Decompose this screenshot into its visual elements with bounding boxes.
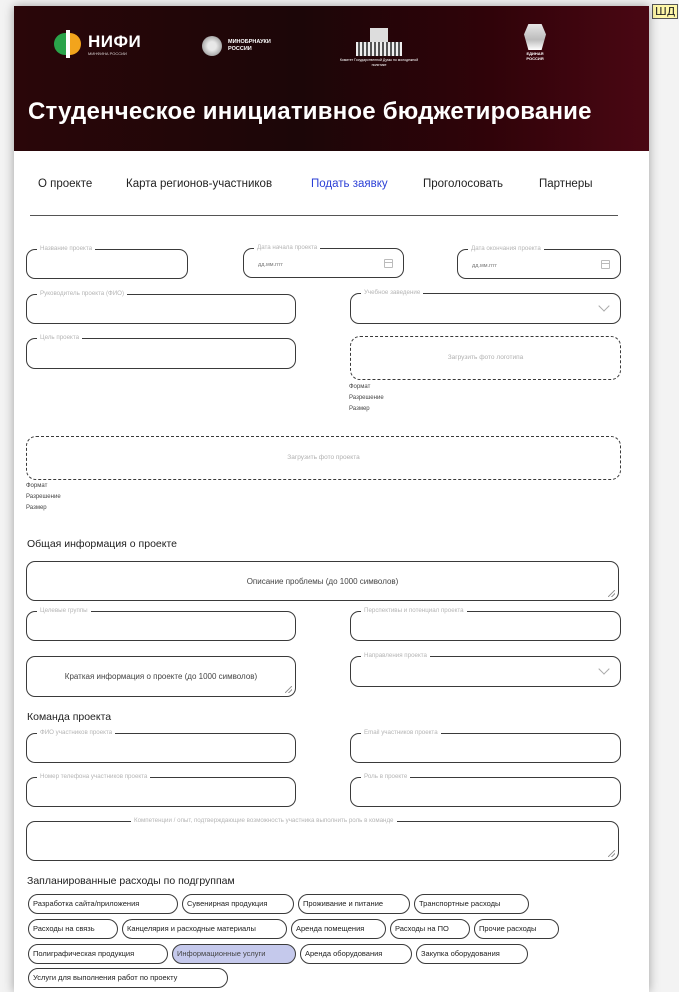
nav-regions-map[interactable]: Карта регионов-участников [126, 178, 272, 190]
upload-logo-dropzone[interactable]: Загрузить фото логотипа [350, 336, 621, 380]
team-names-label: ФИО участников проекта [37, 728, 116, 738]
team-email-field[interactable]: Email участников проекта [350, 728, 621, 763]
photo-requirements: Формат Разрешение Размер [26, 481, 61, 514]
problem-textarea[interactable]: Описание проблемы (до 1000 символов) [26, 561, 619, 601]
leader-label: Руководитель проекта (ФИО) [37, 289, 128, 299]
format-label: Формат [26, 483, 48, 489]
page-title: Студенческое инициативное бюджетирование [28, 98, 592, 125]
chevron-down-icon[interactable] [598, 300, 610, 312]
eagle-emblem-icon [202, 36, 222, 56]
expense-chip[interactable]: Расходы на связь [28, 919, 118, 939]
expense-chip[interactable]: Аренда помещения [291, 919, 386, 939]
calendar-icon[interactable] [601, 260, 610, 269]
corner-tag: ШД [652, 4, 679, 19]
resize-handle-icon[interactable] [608, 590, 615, 597]
nav-about[interactable]: О проекте [38, 178, 92, 190]
project-name-label: Название проекта [37, 244, 96, 254]
end-date-placeholder: дд.мм.гггг [472, 263, 498, 269]
page: НИФИ МИНФИНА РОССИИ МИНОБРНАУКИ РОССИИ К… [14, 6, 649, 992]
goal-field[interactable]: Цель проекта [26, 333, 296, 369]
minobrnauki-line1: МИНОБРНАУКИ [228, 39, 271, 45]
minobrnauki-logo[interactable]: МИНОБРНАУКИ РОССИИ [202, 36, 271, 56]
project-name-field[interactable]: Название проекта [26, 244, 188, 279]
start-date-field[interactable]: Дата начала проекта дд.мм.гггг [243, 243, 404, 278]
expense-chip[interactable]: Прочие расходы [474, 919, 559, 939]
start-date-placeholder: дд.мм.гггг [258, 262, 284, 268]
nifi-name: НИФИ [88, 31, 142, 51]
size-label: Размер [26, 505, 47, 511]
upload-logo-label: Загрузить фото логотипа [447, 354, 524, 361]
logo-requirements: Формат Разрешение Размер [349, 382, 384, 415]
resize-handle-icon[interactable] [608, 850, 615, 857]
problem-placeholder: Описание проблемы (до 1000 символов) [246, 577, 399, 586]
directions-label: Направления проекта [361, 651, 430, 661]
minobrnauki-line2: РОССИИ [228, 46, 252, 52]
upload-photo-label: Загрузить фото проекта [287, 454, 360, 461]
expense-chip[interactable]: Услуги для выполнения работ по проекту [28, 968, 228, 988]
general-info-heading: Общая информация о проекте [27, 538, 177, 550]
expense-chip[interactable]: Аренда оборудования [300, 944, 412, 964]
brief-placeholder: Краткая информация о проекте (до 1000 си… [64, 672, 258, 681]
expense-chip[interactable]: Проживание и питание [298, 894, 410, 914]
competencies-label: Компетенции / опыт, подтверждающие возмо… [131, 816, 397, 826]
prospects-field[interactable]: Перспективы и потенциал проекта [350, 606, 621, 641]
team-email-label: Email участников проекта [361, 728, 441, 738]
team-heading: Команда проекта [27, 711, 112, 723]
nav-divider [30, 215, 618, 216]
nav-partners[interactable]: Партнеры [539, 178, 592, 190]
nifi-logo[interactable]: НИФИ МИНФИНА РОССИИ [54, 30, 141, 58]
brief-textarea[interactable]: Краткая информация о проекте (до 1000 си… [26, 656, 296, 697]
expense-chip[interactable]: Транспортные расходы [414, 894, 529, 914]
resize-handle-icon[interactable] [285, 686, 292, 693]
chevron-down-icon[interactable] [598, 663, 610, 675]
target-groups-label: Целевые группы [37, 606, 91, 616]
resolution-label: Разрешение [26, 494, 61, 500]
expense-chip[interactable]: Канцелярия и расходные материалы [122, 919, 287, 939]
nav-vote[interactable]: Проголосовать [423, 178, 503, 190]
nifi-logo-icon [54, 30, 82, 58]
united-russia-logo[interactable]: ЕДИНАЯ РОССИЯ [524, 24, 546, 61]
nifi-subtitle: МИНФИНА РОССИИ [88, 50, 127, 56]
bear-emblem-icon [524, 24, 546, 50]
institution-label: Учебное заведение [361, 288, 424, 298]
duma-committee-text: Комитет Государственной Думы по молодежн… [339, 58, 419, 67]
duma-committee-logo[interactable]: Комитет Государственной Думы по молодежн… [339, 28, 419, 68]
team-phone-label: Номер телефона участников проекта [37, 772, 151, 782]
expense-chip[interactable]: Сувенирная продукция [182, 894, 294, 914]
target-groups-field[interactable]: Целевые группы [26, 606, 296, 641]
expenses-heading: Запланированные расходы по подгруппам [27, 875, 235, 887]
size-label: Размер [349, 406, 370, 412]
directions-select[interactable]: Направления проекта [350, 651, 621, 687]
duma-building-icon [356, 28, 402, 56]
upload-photo-dropzone[interactable]: Загрузить фото проекта [26, 436, 621, 480]
team-role-field[interactable]: Роль в проекте [350, 772, 621, 807]
start-date-label: Дата начала проекта [254, 243, 321, 253]
institution-select[interactable]: Учебное заведение [350, 288, 621, 324]
team-role-label: Роль в проекте [361, 772, 411, 782]
nav-apply[interactable]: Подать заявку [311, 178, 388, 190]
team-phone-field[interactable]: Номер телефона участников проекта [26, 772, 296, 807]
expense-chip-selected[interactable]: Информационные услуги [172, 944, 296, 964]
end-date-field[interactable]: Дата окончания проекта дд.мм.гггг [457, 244, 621, 279]
expense-chip[interactable]: Закупка оборудования [416, 944, 528, 964]
end-date-label: Дата окончания проекта [468, 244, 544, 254]
prospects-label: Перспективы и потенциал проекта [361, 606, 467, 616]
resolution-label: Разрешение [349, 395, 384, 401]
calendar-icon[interactable] [384, 259, 393, 268]
hero-banner: НИФИ МИНФИНА РОССИИ МИНОБРНАУКИ РОССИИ К… [14, 6, 649, 151]
goal-label: Цель проекта [37, 333, 83, 343]
leader-field[interactable]: Руководитель проекта (ФИО) [26, 289, 296, 324]
expense-chip[interactable]: Полиграфическая продукция [28, 944, 168, 964]
team-names-field[interactable]: ФИО участников проекта [26, 728, 296, 763]
format-label: Формат [349, 384, 371, 390]
expense-chip[interactable]: Разработка сайта/приложения [28, 894, 178, 914]
united-russia-line2: РОССИЯ [526, 56, 544, 61]
expense-chip[interactable]: Расходы на ПО [390, 919, 470, 939]
competencies-textarea[interactable]: Компетенции / опыт, подтверждающие возмо… [26, 816, 619, 861]
